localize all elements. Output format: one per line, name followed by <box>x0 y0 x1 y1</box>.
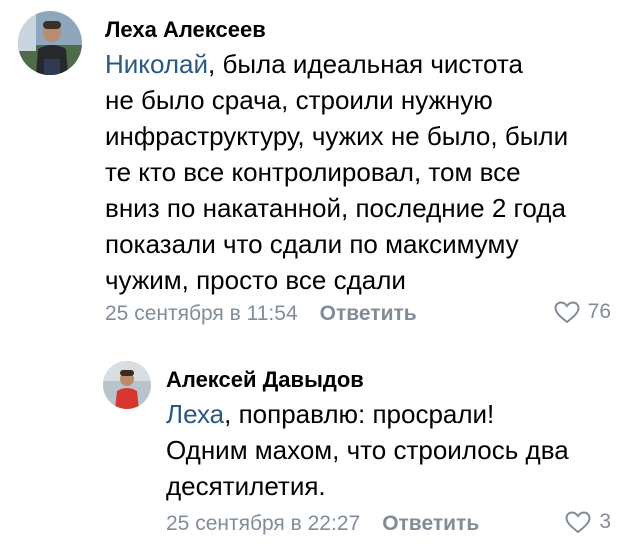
like-count: 3 <box>599 510 611 533</box>
comment-line: Одним махом, что строилось два <box>166 435 569 465</box>
comment-meta: 25 сентября в 11:54 Ответить <box>105 301 417 327</box>
comment-line: вниз по накатанной, последние 2 года <box>105 193 566 223</box>
mention-link[interactable]: Леха <box>166 399 224 429</box>
avatar[interactable] <box>18 11 82 75</box>
comment-date[interactable]: 25 сентября в 11:54 <box>105 302 298 325</box>
comment-line: десятилетия. <box>166 471 326 501</box>
reply-button[interactable]: Ответить <box>382 512 479 535</box>
comment-text: Николай, была идеальная чистота не было … <box>105 46 625 298</box>
comment-author[interactable]: Алексей Давыдов <box>166 367 364 393</box>
heart-icon <box>565 510 591 533</box>
comment-line-text: , была идеальная чистота <box>208 49 523 79</box>
heart-icon <box>554 300 580 323</box>
mention-link[interactable]: Николай <box>105 49 208 79</box>
comment-line: не было срача, строили нужную <box>105 85 493 115</box>
like-button[interactable]: 76 <box>554 300 611 324</box>
user-photo-icon <box>18 11 82 75</box>
comment-reply: Алексей Давыдов Леха, поправлю: просрали… <box>0 350 640 555</box>
comment-author[interactable]: Леха Алексеев <box>105 17 266 43</box>
reply-button[interactable]: Ответить <box>320 302 417 325</box>
comment-line: Леха, поправлю: просрали! <box>166 396 626 432</box>
comment-date[interactable]: 25 сентября в 22:27 <box>166 512 360 535</box>
like-button[interactable]: 3 <box>565 510 611 534</box>
avatar[interactable] <box>103 361 151 409</box>
comment-line: чужим, просто все сдали <box>105 265 406 295</box>
comment-line: инфраструктуру, чужих не было, были <box>105 121 569 151</box>
comment-line: те кто все контролировал, том все <box>105 157 521 187</box>
comment: Леха Алексеев Николай, была идеальная чи… <box>0 0 640 335</box>
user-photo-icon <box>103 361 151 409</box>
comment-line: показали что сдали по максимуму <box>105 229 519 259</box>
like-count: 76 <box>587 300 611 323</box>
comment-line-text: , поправлю: просрали! <box>224 399 495 429</box>
comment-text: Леха, поправлю: просрали! Одним махом, ч… <box>166 396 626 504</box>
comment-meta: 25 сентября в 22:27 Ответить <box>166 511 479 537</box>
comment-line: Николай, была идеальная чистота <box>105 46 625 82</box>
